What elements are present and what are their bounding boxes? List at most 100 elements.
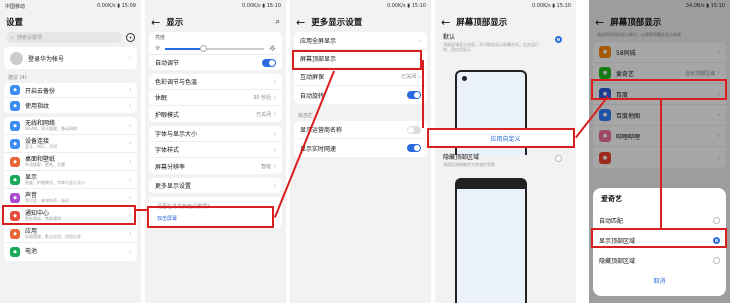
carrier-toggle[interactable] [407, 125, 421, 134]
chevron-right-icon: › [129, 212, 131, 219]
more-row[interactable]: 应用全屏显示 › [294, 32, 427, 50]
dialog-option[interactable]: 显示顶部区域 [593, 230, 726, 250]
connector-3 [422, 60, 424, 128]
brightness-card: 亮度 ☼ ☼ 自动调节 [149, 32, 282, 70]
chevron-right-icon: › [129, 122, 131, 129]
back-icon[interactable]: ← [151, 17, 160, 28]
page-title: 屏幕顶部显示 [456, 18, 508, 28]
display-row[interactable]: 字体样式 › [149, 142, 282, 158]
auto-brightness-row[interactable]: 自动调节 [149, 55, 282, 70]
chevron-right-icon: › [129, 87, 131, 93]
hide-radio[interactable] [555, 155, 562, 162]
apply-custom-button[interactable]: 应用自定义 [435, 130, 576, 147]
chevron-right-icon: › [274, 182, 276, 189]
brightness-high-icon: ☼ [268, 44, 276, 53]
hide-top-option[interactable]: 隐藏顶部区域 顶部区域将被作为状态栏背景 [435, 152, 576, 168]
settings-item[interactable]: ◆ 显示 亮度、护眼模式、字体与显示大小 › [4, 171, 137, 189]
tip-card: 是否在寻找其他设置项？ 双击屏幕 [149, 197, 282, 228]
chevron-right-icon: › [273, 77, 276, 86]
statusbar-list: 显示运营商名称 显示实时网速 [294, 121, 427, 157]
more-row[interactable]: 互动屏保 已关闭 › [294, 68, 427, 86]
settings-item[interactable]: ◆ 电池 › [4, 243, 137, 261]
option-radio[interactable] [713, 256, 720, 264]
connector-5 [660, 100, 662, 228]
display-icon: ◆ [10, 174, 20, 185]
display-row[interactable]: 护眼模式 已关闭 › [149, 106, 282, 122]
more-row[interactable]: 屏幕顶部显示 › [294, 50, 427, 68]
brightness-slider[interactable] [165, 44, 264, 52]
phone-display: 0.00K/s ▮ 15:10 ← 显示 ⌕ 亮度 ☼ ☼ 自动调节 色彩调节与色温 ›… [145, 0, 286, 303]
dialog-option[interactable]: 隐藏顶部区域 [593, 250, 726, 270]
auto-brightness-toggle[interactable] [262, 58, 276, 67]
chevron-right-icon: › [418, 72, 421, 81]
settings-item[interactable]: ◆ 无线和网络 WLAN、双卡管理、移动网络 › [4, 117, 137, 135]
chevron-right-icon: › [273, 162, 276, 170]
speed-toggle[interactable] [407, 144, 421, 152]
settings-item[interactable]: ◆ 应用 权限管理、默认应用、应用分身 › [4, 225, 137, 243]
fingerprint-icon: ◆ [10, 100, 20, 111]
notification-icon: ◆ [10, 210, 20, 221]
brightness-low-icon: ☼ [155, 45, 161, 52]
chevron-right-icon: › [129, 176, 131, 183]
chevron-right-icon: › [129, 194, 131, 201]
avatar [10, 51, 23, 65]
statusbar-row[interactable]: 显示实时网速 [294, 139, 427, 157]
battery-icon: ◆ [10, 247, 20, 257]
status-bar: 0.00K/s ▮ 15:10 [531, 3, 571, 9]
chevron-right-icon: › [129, 140, 131, 147]
wifi-icon: ◆ [10, 120, 20, 131]
chevron-right-icon: › [273, 129, 276, 138]
display-row[interactable]: 休眠 30 秒后 › [149, 90, 282, 106]
settings-item[interactable]: ◆ 设备连接 蓝牙、NFC、打印 › [4, 135, 137, 153]
display-row[interactable]: 色彩调节与色温 › [149, 74, 282, 90]
apps-icon: ◆ [10, 228, 20, 239]
suggest-header: 建议 (4) [8, 75, 27, 81]
chevron-right-icon: › [129, 230, 131, 237]
cancel-button[interactable]: 取消 [593, 276, 726, 285]
chevron-right-icon: › [273, 93, 276, 102]
page-title: 设置 [6, 18, 24, 28]
connector-1 [136, 209, 149, 211]
settings-item[interactable]: ◆ 声音 免打扰、来电铃声、振动 › [4, 189, 137, 207]
device-icon: ◆ [10, 138, 20, 149]
page-title: 更多显示设置 [311, 18, 363, 28]
auto-rotate-toggle[interactable] [407, 91, 421, 99]
tip-link[interactable]: 双击屏幕 [157, 215, 274, 222]
chevron-right-icon: › [273, 145, 276, 154]
hicare-icon[interactable]: ✦ [126, 33, 135, 42]
search-icon[interactable]: ⌕ [276, 17, 280, 27]
option-radio[interactable] [713, 216, 720, 224]
chevron-right-icon: › [128, 54, 131, 62]
chevron-right-icon: › [418, 36, 421, 45]
settings-item[interactable]: ◆ 通知中心 图标角标、锁屏通知 › [4, 207, 137, 225]
chevron-right-icon: › [129, 249, 131, 255]
chevron-right-icon: › [129, 158, 131, 165]
option-radio[interactable] [713, 236, 720, 244]
more-row[interactable]: 自动旋转 [294, 86, 427, 104]
chevron-right-icon: › [129, 102, 131, 109]
suggest-item[interactable]: ◆ 开启云备份 › [4, 83, 137, 98]
more-list: 应用全屏显示 › 屏幕顶部显示 › 互动屏保 已关闭 › 自动旋转 [294, 32, 427, 104]
status-bar-section: 状态栏 [298, 113, 314, 119]
statusbar-row[interactable]: 显示运营商名称 [294, 121, 427, 139]
wallpaper-icon: ◆ [10, 156, 20, 167]
sound-icon: ◆ [10, 192, 20, 203]
default-radio[interactable] [555, 36, 562, 43]
chevron-right-icon: › [273, 110, 276, 118]
display-list-2: 字体与显示大小 › 字体样式 › 屏幕分辨率 智能 › [149, 126, 282, 174]
cloud-icon: ◆ [10, 85, 20, 95]
settings-item[interactable]: ◆ 桌面和壁纸 杂志锁屏、壁纸、主题 › [4, 153, 137, 171]
phone-top-display: 0.00K/s ▮ 15:10 ← 屏幕顶部显示 默认 顶部区域显示内容，开可能炫… [435, 0, 576, 303]
suggest-item[interactable]: ◆ 使用指纹 › [4, 98, 137, 113]
back-icon[interactable]: ← [296, 17, 305, 28]
search-input[interactable]: ⌕ 搜索设置项 [6, 32, 122, 43]
more-display-card: 更多显示设置 › [149, 178, 282, 193]
back-icon[interactable]: ← [441, 17, 450, 28]
settings-list: ◆ 无线和网络 WLAN、双卡管理、移动网络 › ◆ 设备连接 蓝牙、NFC、打印 › ◆ 桌面和… [4, 117, 137, 261]
page-title: 显示 [166, 18, 184, 28]
display-row[interactable]: 字体与显示大小 › [149, 126, 282, 142]
more-display-settings[interactable]: 更多显示设置 › [149, 178, 282, 193]
account-card[interactable]: 登录华为帐号 › [4, 47, 137, 69]
display-row[interactable]: 屏幕分辨率 智能 › [149, 158, 282, 174]
default-option[interactable]: 默认 顶部区域显示内容，开可能炫显示屏幕空间，后台运行时，用应用显示 [435, 32, 576, 52]
